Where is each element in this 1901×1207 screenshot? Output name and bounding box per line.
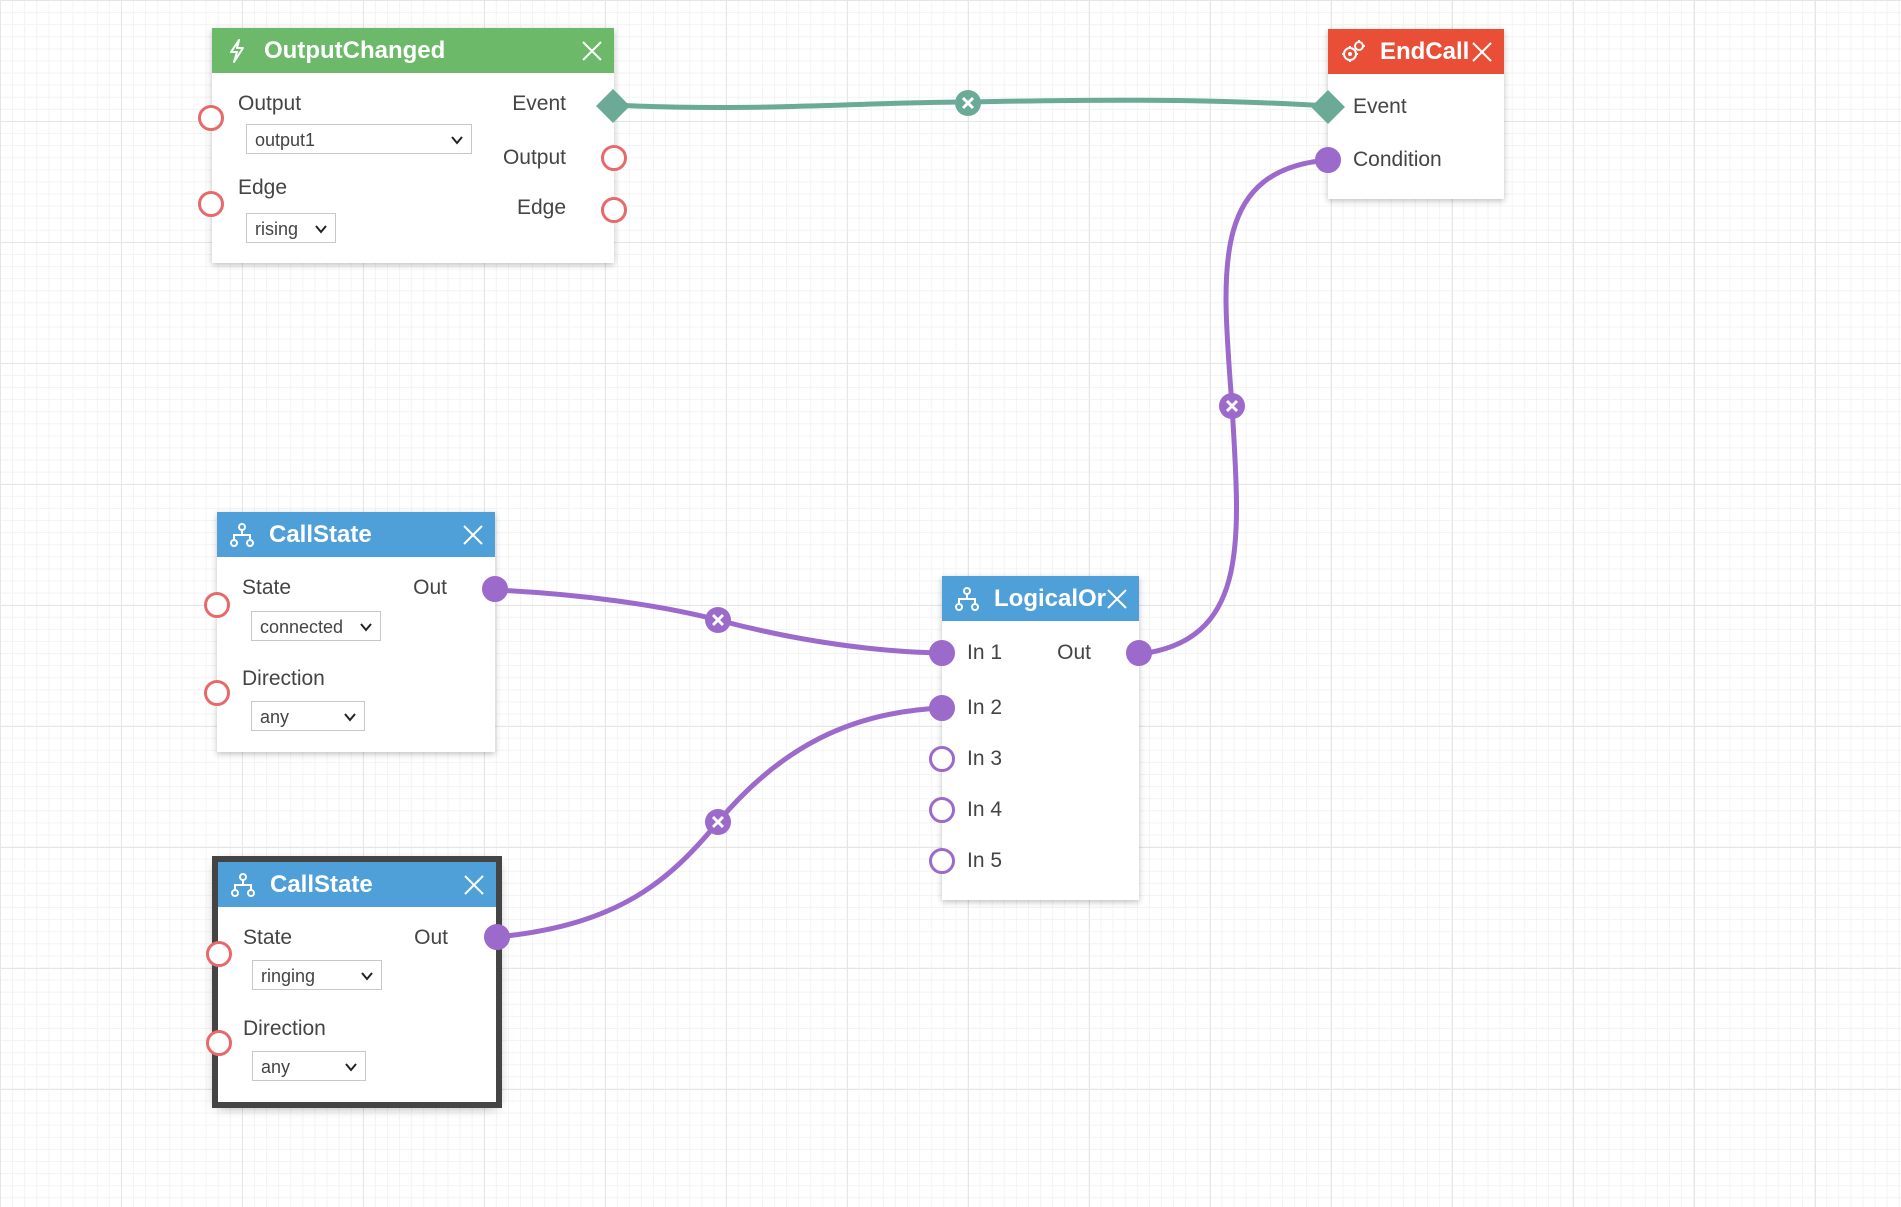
edge-out-label: Edge [516, 196, 566, 219]
node-title: CallState [269, 521, 372, 548]
edge-label: Edge [238, 176, 288, 199]
edge-input-port[interactable] [198, 191, 224, 217]
state-input-port[interactable] [206, 941, 232, 967]
out-label: Out [414, 926, 448, 949]
node-header[interactable]: CallState [218, 862, 496, 907]
event-in-label: Event [1353, 95, 1407, 118]
close-icon[interactable] [1470, 40, 1494, 64]
direction-input-port[interactable] [204, 680, 230, 706]
edge-select[interactable]: rising [246, 213, 336, 243]
edge-select-value: rising [255, 219, 299, 239]
state-input-port[interactable] [204, 592, 230, 618]
out-label: Out [1057, 641, 1091, 664]
state-select[interactable]: ringing [252, 960, 382, 990]
chevron-down-icon [451, 136, 463, 145]
wire-cut-icon[interactable] [704, 808, 732, 836]
wire-cut-icon[interactable] [704, 606, 732, 634]
direction-input-port[interactable] [206, 1030, 232, 1056]
state-label: State [242, 576, 292, 599]
node-header[interactable]: OutputChanged [212, 28, 614, 73]
output-out-label: Output [502, 146, 566, 169]
state-label: State [243, 926, 293, 949]
output-changed-node[interactable]: OutputChanged Output output1 Edge rising… [212, 28, 614, 263]
in-1-port[interactable] [929, 640, 955, 666]
state-select[interactable]: connected [251, 611, 381, 641]
node-title: EndCall [1380, 38, 1470, 65]
direction-select-value: any [260, 707, 290, 727]
gears-icon [1342, 40, 1365, 62]
edge-output-port[interactable] [601, 197, 627, 223]
event-out-label: Event [512, 92, 566, 115]
direction-select[interactable]: any [252, 1051, 366, 1081]
condition-in-label: Condition [1353, 148, 1442, 171]
lightning-icon [230, 39, 244, 63]
state-select-value: connected [260, 617, 344, 637]
in-1-label: In 1 [967, 641, 1003, 664]
close-icon[interactable] [462, 873, 486, 897]
in-5-port[interactable] [929, 848, 955, 874]
output-input-port[interactable] [198, 105, 224, 131]
in-4-label: In 4 [967, 798, 1003, 821]
logical-or-node[interactable]: LogicalOr In 1 In 2 In 3 In 4 In 5 Out [942, 576, 1139, 900]
out-label: Out [413, 576, 447, 599]
wire-cut-icon[interactable] [954, 89, 982, 117]
out-output-port[interactable] [484, 924, 510, 950]
end-call-node[interactable]: EndCall Event Condition [1328, 29, 1504, 199]
in-3-port[interactable] [929, 746, 955, 772]
call-state-node[interactable]: CallState State ringing Direction any Ou… [212, 856, 502, 1108]
node-title: OutputChanged [264, 37, 446, 64]
in-5-label: In 5 [967, 849, 1003, 872]
close-icon[interactable] [580, 39, 604, 63]
node-header[interactable]: LogicalOr [942, 576, 1139, 621]
direction-label: Direction [242, 667, 325, 690]
chevron-down-icon [360, 623, 372, 632]
direction-label: Direction [243, 1017, 326, 1040]
chevron-down-icon [344, 713, 356, 722]
output-label: Output [238, 92, 302, 115]
chevron-down-icon [345, 1063, 357, 1072]
condition-input-port[interactable] [1315, 147, 1341, 173]
out-output-port[interactable] [1126, 640, 1152, 666]
output-output-port[interactable] [601, 145, 627, 171]
direction-select-value: any [261, 1057, 291, 1077]
call-state-node[interactable]: CallState State connected Direction any … [217, 512, 495, 752]
node-title: LogicalOr [994, 585, 1107, 612]
node-header[interactable]: CallState [217, 512, 495, 557]
node-title: CallState [270, 871, 373, 898]
in-4-port[interactable] [929, 797, 955, 823]
chevron-down-icon [315, 225, 327, 234]
in-2-label: In 2 [967, 696, 1003, 719]
wire-cut-icon[interactable] [1218, 392, 1246, 420]
out-output-port[interactable] [482, 576, 508, 602]
in-3-label: In 3 [967, 747, 1003, 770]
close-icon[interactable] [1105, 587, 1129, 611]
hierarchy-icon [231, 873, 255, 897]
chevron-down-icon [361, 972, 373, 981]
hierarchy-icon [955, 587, 979, 611]
direction-select[interactable]: any [251, 701, 365, 731]
output-select[interactable]: output1 [246, 124, 472, 154]
hierarchy-icon [230, 523, 254, 547]
output-select-value: output1 [255, 130, 316, 150]
in-2-port[interactable] [929, 695, 955, 721]
node-header[interactable]: EndCall [1328, 29, 1504, 74]
close-icon[interactable] [461, 523, 485, 547]
state-select-value: ringing [261, 966, 316, 986]
